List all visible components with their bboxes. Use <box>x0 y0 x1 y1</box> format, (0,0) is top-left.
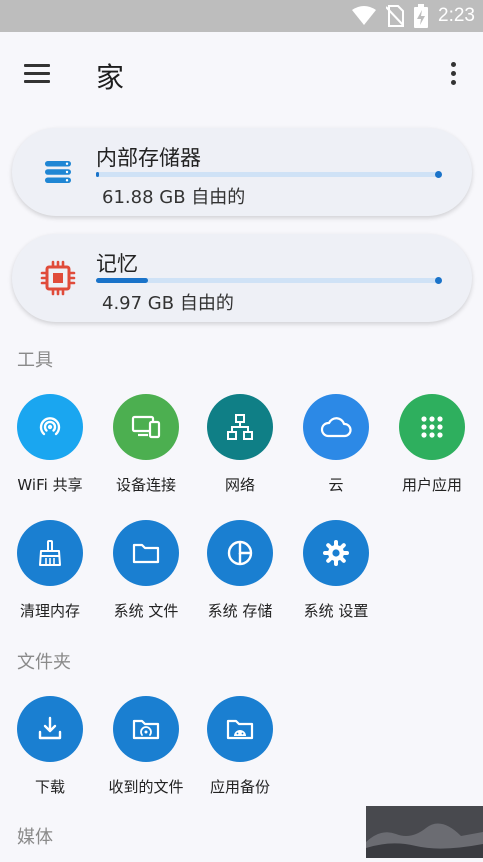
tool-system-files[interactable]: 系统 文件 <box>98 520 194 621</box>
download-icon <box>38 716 62 740</box>
internal-storage-progress <box>96 171 442 178</box>
device-connect-icon <box>131 415 161 439</box>
tool-label: 设备连接 <box>115 476 176 494</box>
storage-stack-icon <box>45 161 71 183</box>
no-sim-icon <box>386 5 405 27</box>
tool-label: 下载 <box>34 778 65 796</box>
tool-circle <box>303 520 369 586</box>
internal-storage-title: 内部存储器 <box>96 146 201 170</box>
pie-chart-icon <box>227 540 253 566</box>
broom-icon <box>39 540 61 566</box>
tool-system-settings[interactable]: 系统 设置 <box>288 520 384 621</box>
tool-circle <box>207 520 273 586</box>
section-folders-label: 文件夹 <box>17 652 71 673</box>
menu-icon[interactable] <box>24 62 52 86</box>
folder-app-backup[interactable]: 应用备份 <box>192 696 288 797</box>
wifi-share-icon <box>39 417 61 436</box>
tool-system-storage[interactable]: 系统 存储 <box>192 520 288 621</box>
tool-wifi-share[interactable]: WiFi 共享 <box>2 394 98 495</box>
tool-clean-memory[interactable]: 清理内存 <box>2 520 98 621</box>
memory-progress <box>96 277 442 284</box>
tool-circle <box>113 520 179 586</box>
apps-grid-icon <box>421 416 443 438</box>
tool-label: 云 <box>328 476 344 494</box>
section-media-label: 媒体 <box>17 827 53 848</box>
received-files-icon <box>132 719 160 740</box>
tool-circle <box>17 520 83 586</box>
memory-card[interactable]: 记忆 4.97 GB 自由的 <box>12 234 472 322</box>
tool-circle <box>17 696 83 762</box>
tool-label: 系统 设置 <box>303 602 369 620</box>
tool-circle <box>17 394 83 460</box>
memory-free: 4.97 GB 自由的 <box>102 293 234 314</box>
tool-circle <box>207 394 273 460</box>
memory-chip-icon <box>40 260 76 296</box>
tool-label: 应用备份 <box>209 778 270 796</box>
cloud-icon <box>320 417 352 438</box>
battery-charging-icon <box>414 4 429 28</box>
tool-label: 用户应用 <box>401 476 462 494</box>
tool-label: 收到的文件 <box>108 778 184 796</box>
tool-device-connect[interactable]: 设备连接 <box>98 394 194 495</box>
tool-circle <box>399 394 465 460</box>
folder-received-files[interactable]: 收到的文件 <box>98 696 194 797</box>
internal-storage-card[interactable]: 内部存储器 61.88 GB 自由的 <box>12 128 472 216</box>
wifi-signal-icon <box>352 6 377 25</box>
tool-label: 系统 文件 <box>113 602 179 620</box>
folder-icon <box>132 543 160 564</box>
tool-cloud[interactable]: 云 <box>288 394 384 495</box>
status-bar: 2:23 <box>0 0 483 32</box>
tool-circle <box>207 696 273 762</box>
app-bar: 家 <box>0 32 483 118</box>
network-icon <box>227 414 253 440</box>
tool-label: 系统 存储 <box>207 602 273 620</box>
tool-label: WiFi 共享 <box>17 476 83 494</box>
tool-label: 清理内存 <box>19 602 80 620</box>
tool-circle <box>303 394 369 460</box>
more-options-icon[interactable] <box>445 60 463 90</box>
folder-downloads[interactable]: 下载 <box>2 696 98 797</box>
settings-gear-icon <box>323 540 349 566</box>
internal-storage-free: 61.88 GB 自由的 <box>102 187 246 208</box>
tool-label: 网络 <box>224 476 255 494</box>
section-tools-label: 工具 <box>17 350 53 371</box>
tool-network[interactable]: 网络 <box>192 394 288 495</box>
memory-title: 记忆 <box>96 252 138 276</box>
internal-storage-progress-fill <box>96 172 100 177</box>
thumbnail-preview <box>366 806 483 858</box>
tool-circle <box>113 394 179 460</box>
app-backup-icon <box>226 719 254 740</box>
tool-user-apps[interactable]: 用户应用 <box>384 394 480 495</box>
page-title: 家 <box>96 61 125 94</box>
status-time: 2:23 <box>438 5 475 26</box>
tool-circle <box>113 696 179 762</box>
memory-progress-fill <box>96 278 148 283</box>
